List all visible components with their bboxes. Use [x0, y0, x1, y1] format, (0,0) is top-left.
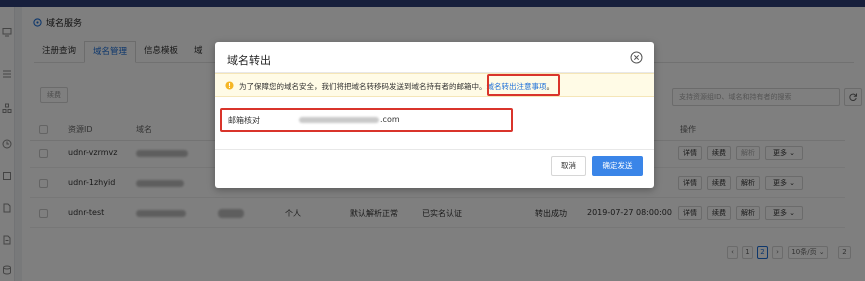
notice-bar: 为了保障您的域名安全，我们将把域名转移码发送到域名持有者的邮箱中。域名转出注意事… [215, 73, 654, 97]
notice-message: 为了保障您的域名安全，我们将把域名转移码发送到域名持有者的邮箱中。 [239, 82, 487, 91]
email-check-value: .com [299, 115, 400, 124]
cancel-button[interactable]: 取消 [551, 156, 586, 176]
footer-divider [215, 149, 654, 150]
close-icon [630, 51, 643, 64]
email-suffix: .com [380, 115, 400, 124]
redacted-email [299, 116, 379, 123]
warning-icon [225, 81, 234, 90]
highlight-box-notes-link [487, 74, 560, 96]
close-button[interactable] [630, 51, 643, 64]
dialog-title: 域名转出 [227, 54, 271, 67]
confirm-send-button[interactable]: 确定发送 [592, 156, 643, 176]
email-check-label: 邮箱核对 [228, 116, 260, 125]
domain-transfer-dialog: 域名转出 为了保障您的域名安全，我们将把域名转移码发送到域名持有者的邮箱中。域名… [215, 42, 654, 188]
